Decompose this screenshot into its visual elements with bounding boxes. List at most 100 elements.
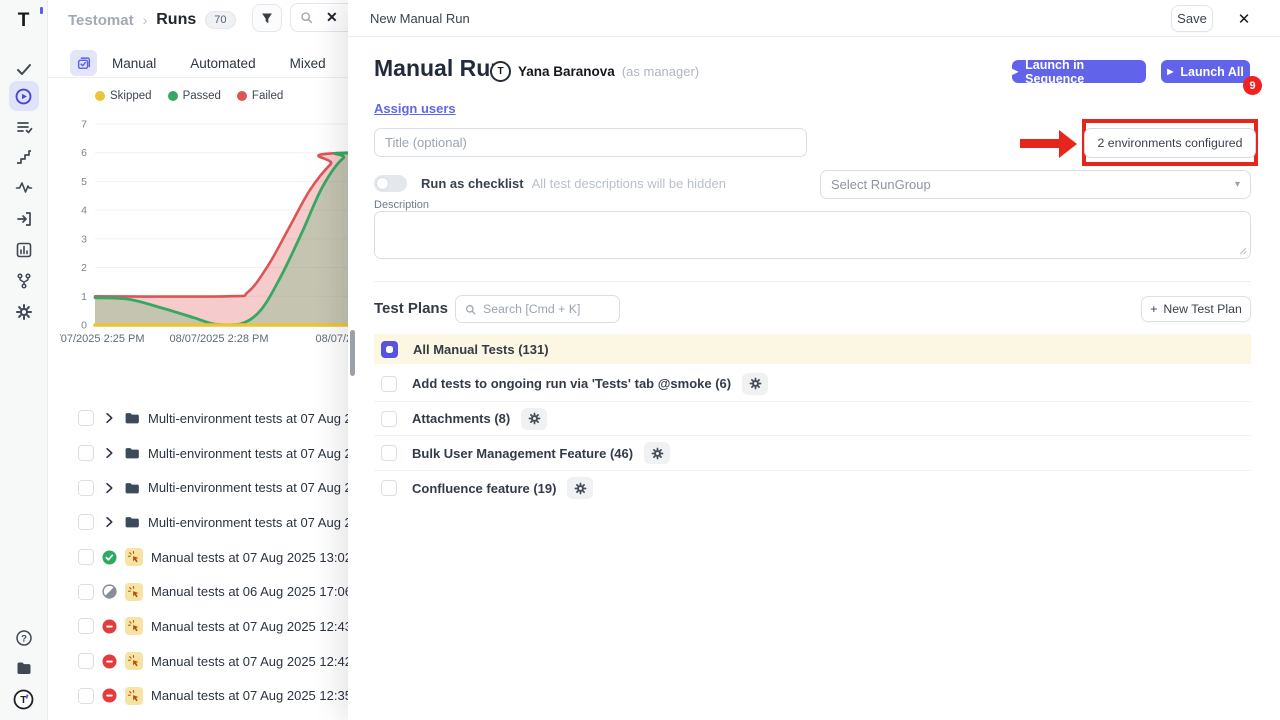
test-plans-list: All Manual Tests (131) Add tests to ongo…: [374, 334, 1251, 506]
row-checkbox[interactable]: [78, 480, 94, 496]
chevron-right-icon[interactable]: [102, 446, 116, 460]
run-group-label[interactable]: Multi-environment tests at 07 Aug 20: [148, 411, 359, 426]
plan-settings-button[interactable]: [521, 408, 547, 430]
row-checkbox[interactable]: [78, 584, 94, 600]
test-plan-row[interactable]: Add tests to ongoing run via 'Tests' tab…: [374, 367, 1251, 402]
row-checkbox[interactable]: [78, 549, 94, 565]
run-label[interactable]: Manual tests at 07 Aug 2025 13:02: [151, 550, 352, 565]
sidebar-item-account[interactable]: T: [9, 684, 39, 714]
filter-button[interactable]: [252, 4, 282, 32]
run-group-label[interactable]: Multi-environment tests at 07 Aug 20: [148, 480, 359, 495]
sidebar-item-help[interactable]: ?: [9, 623, 39, 653]
manual-run-icon: [125, 617, 143, 635]
sidebar-item-tests[interactable]: [9, 54, 39, 84]
close-icon[interactable]: ✕: [326, 9, 338, 26]
run-label[interactable]: Manual tests at 07 Aug 2025 12:42: [151, 654, 352, 669]
runs-view-chip[interactable]: [70, 50, 97, 76]
row-checkbox[interactable]: [78, 514, 94, 530]
chevron-right-icon[interactable]: [102, 515, 116, 529]
gear-icon: [651, 447, 664, 460]
row-checkbox[interactable]: [78, 410, 94, 426]
test-plans-title: Test Plans: [374, 300, 448, 317]
new-manual-run-panel: New Manual Run Save ✕ Manual Run T Yana …: [348, 0, 1280, 720]
test-plan-row[interactable]: Attachments (8): [374, 402, 1251, 437]
row-checkbox[interactable]: [78, 653, 94, 669]
test-plan-label[interactable]: Bulk User Management Feature (46): [412, 446, 633, 461]
git-branch-icon: [15, 272, 33, 290]
run-group-label[interactable]: Multi-environment tests at 07 Aug 20: [148, 515, 359, 530]
checklist-toggle-row: Run as checklist All test descriptions w…: [374, 175, 726, 192]
status-passed-icon: [102, 550, 117, 565]
launch-all-button[interactable]: ▶ Launch All: [1161, 60, 1250, 83]
sidebar-item-analytics[interactable]: [9, 235, 39, 265]
run-label[interactable]: Manual tests at 07 Aug 2025 12:43: [151, 619, 352, 634]
svg-text:3: 3: [81, 233, 87, 245]
legend-passed: Passed: [168, 90, 221, 102]
test-plan-label[interactable]: All Manual Tests (131): [413, 342, 549, 357]
tab-automated[interactable]: Automated: [190, 56, 255, 71]
sidebar-item-plans[interactable]: [9, 112, 39, 142]
sidebar-item-settings[interactable]: [9, 297, 39, 327]
test-plan-label[interactable]: Confluence feature (19): [412, 481, 556, 496]
chevron-right-icon[interactable]: [102, 411, 116, 425]
plan-settings-button[interactable]: [742, 373, 768, 395]
sidebar-item-branches[interactable]: [9, 266, 39, 296]
description-textarea[interactable]: [374, 211, 1251, 259]
svg-text:08/07/2025 2:25 PM: 08/07/2025 2:25 PM: [60, 333, 145, 345]
test-plan-row[interactable]: Bulk User Management Feature (46): [374, 436, 1251, 471]
sidebar-item-import[interactable]: [9, 204, 39, 234]
checked-checkbox[interactable]: [381, 341, 398, 358]
sidebar-item-pulse[interactable]: [9, 172, 39, 202]
bar-chart-icon: [15, 241, 33, 259]
breadcrumb-page: Runs: [156, 11, 196, 29]
checkbox-mark: [386, 346, 393, 353]
resize-grip-icon[interactable]: [1238, 246, 1247, 255]
runs-count-badge: 70: [205, 11, 235, 29]
environments-button[interactable]: 2 environments configured: [1084, 128, 1257, 158]
row-checkbox[interactable]: [78, 618, 94, 634]
svg-text:1: 1: [81, 291, 87, 303]
rungroup-select[interactable]: Select RunGroup ▾: [820, 170, 1251, 199]
run-as-checklist-toggle[interactable]: [374, 175, 407, 192]
row-checkbox[interactable]: [381, 445, 397, 461]
test-plan-label[interactable]: Attachments (8): [412, 411, 510, 426]
test-plan-row[interactable]: Confluence feature (19): [374, 471, 1251, 506]
tab-mixed[interactable]: Mixed: [290, 56, 326, 71]
row-checkbox[interactable]: [381, 411, 397, 427]
assign-users-link[interactable]: Assign users: [374, 101, 456, 116]
app-logo[interactable]: T: [9, 6, 39, 36]
sidebar-item-milestones[interactable]: [9, 142, 39, 172]
run-title-input[interactable]: [374, 128, 807, 157]
passed-dot: [168, 91, 178, 101]
launch-in-sequence-button[interactable]: ▶ Launch in Sequence: [1012, 60, 1146, 83]
chevron-right-icon[interactable]: [102, 481, 116, 495]
legend-failed: Failed: [237, 90, 283, 102]
sidebar-item-projects[interactable]: [9, 653, 39, 683]
search-icon: [299, 10, 314, 25]
row-checkbox[interactable]: [78, 445, 94, 461]
sidebar-item-runs[interactable]: [9, 81, 39, 111]
test-plan-row-selected[interactable]: All Manual Tests (131): [374, 334, 1251, 364]
breadcrumb-project[interactable]: Testomat: [68, 12, 134, 29]
row-checkbox[interactable]: [381, 376, 397, 392]
logo-accent: [40, 7, 43, 14]
test-plan-label[interactable]: Add tests to ongoing run via 'Tests' tab…: [412, 376, 731, 391]
test-plans-search[interactable]: [455, 295, 620, 323]
svg-text:4: 4: [81, 205, 87, 217]
run-group-label[interactable]: Multi-environment tests at 07 Aug 20: [148, 446, 359, 461]
save-button[interactable]: Save: [1171, 5, 1213, 32]
test-plans-search-input[interactable]: [483, 302, 603, 316]
tab-manual[interactable]: Manual: [112, 56, 156, 71]
plan-settings-button[interactable]: [644, 442, 670, 464]
run-label[interactable]: Manual tests at 07 Aug 2025 12:35: [151, 688, 352, 703]
plan-settings-button[interactable]: [567, 477, 593, 499]
new-test-plan-button[interactable]: + New Test Plan: [1141, 296, 1251, 322]
row-checkbox[interactable]: [78, 688, 94, 704]
help-glyph: ?: [21, 633, 27, 644]
row-checkbox[interactable]: [381, 480, 397, 496]
close-icon[interactable]: ✕: [1232, 7, 1256, 31]
manual-run-icon: [125, 548, 143, 566]
sign-in-icon: [15, 210, 33, 228]
scrollbar-thumb[interactable]: [350, 330, 355, 376]
run-label[interactable]: Manual tests at 06 Aug 2025 17:06: [151, 584, 352, 599]
